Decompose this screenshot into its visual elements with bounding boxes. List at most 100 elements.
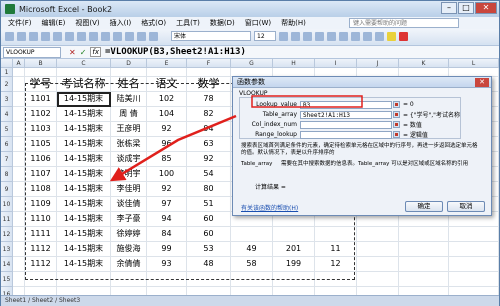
font-color-icon[interactable] [399,31,408,41]
table-cell[interactable]: 53 [187,242,231,257]
table-cell[interactable]: 1106 [25,152,57,167]
table-cell[interactable]: 考试名称 [57,77,111,92]
column-header[interactable]: L [449,59,499,68]
table-cell[interactable] [357,257,399,272]
table-cell[interactable] [315,287,357,295]
collapse-dialog-icon[interactable] [393,121,400,128]
collapse-dialog-icon[interactable] [393,131,400,138]
table-cell[interactable] [357,227,399,242]
table-cell[interactable]: 张栋梁 [111,137,147,152]
lookup-value-input[interactable]: B3 [300,100,392,109]
col-index-input[interactable] [300,120,392,129]
table-cell[interactable]: 学号 [25,77,57,92]
cancel-button[interactable]: 取消 [447,201,485,212]
table-cell[interactable]: 199 [273,257,315,272]
table-cell[interactable]: 48 [187,257,231,272]
enter-formula-icon[interactable]: ✓ [80,48,87,57]
menu-data[interactable]: 数据(D) [205,18,240,28]
bold-icon[interactable] [279,31,288,41]
table-cell[interactable] [399,272,449,287]
table-cell[interactable] [399,257,449,272]
row-header[interactable]: 2 [1,77,13,92]
table-cell[interactable] [13,122,25,137]
table-cell[interactable] [231,227,273,242]
row-header[interactable]: 5 [1,122,13,137]
table-cell[interactable] [13,227,25,242]
percent-icon[interactable] [363,31,372,41]
row-header[interactable]: 8 [1,167,13,182]
table-cell[interactable]: 14-15期末 [57,92,111,107]
close-button[interactable]: ✕ [475,2,497,14]
collapse-dialog-icon[interactable] [393,111,400,118]
table-array-input[interactable]: Sheet2!A1:H13 [300,110,392,119]
border-icon[interactable] [375,31,384,41]
paste-icon[interactable] [89,31,98,41]
table-cell[interactable]: 94 [147,212,187,227]
table-cell[interactable]: 60 [187,227,231,242]
table-cell[interactable]: 语文 [147,77,187,92]
column-header[interactable]: E [147,59,187,68]
maximize-button[interactable]: □ [458,2,474,14]
table-cell[interactable] [187,287,231,295]
table-cell[interactable]: 93 [147,257,187,272]
table-cell[interactable]: 78 [187,92,231,107]
table-cell[interactable] [357,287,399,295]
table-cell[interactable] [399,287,449,295]
range-lookup-input[interactable] [300,130,392,139]
column-header[interactable]: K [399,59,449,68]
table-cell[interactable]: 14-15期末 [57,212,111,227]
table-cell[interactable] [25,287,57,295]
table-cell[interactable]: 施俊海 [111,242,147,257]
table-cell[interactable]: 14-15期末 [57,197,111,212]
row-header[interactable]: 1 [1,68,13,77]
table-cell[interactable]: 1102 [25,107,57,122]
formula-input[interactable]: =VLOOKUP(B3,Sheet2!A1:H13) [105,47,246,57]
table-cell[interactable] [449,257,499,272]
open-icon[interactable] [17,31,26,41]
table-cell[interactable] [13,272,25,287]
table-cell[interactable]: 徐婷婷 [111,227,147,242]
table-cell[interactable] [187,272,231,287]
menu-help[interactable]: 帮助(H) [276,18,311,28]
table-cell[interactable]: 84 [147,227,187,242]
table-cell[interactable] [315,272,357,287]
save-icon[interactable] [29,31,38,41]
table-cell[interactable] [147,272,187,287]
cancel-formula-icon[interactable]: ✕ [69,48,76,57]
table-cell[interactable] [449,242,499,257]
table-cell[interactable]: 1108 [25,182,57,197]
table-cell[interactable]: 99 [147,242,187,257]
cut-icon[interactable] [65,31,74,41]
table-cell[interactable]: 周 倩 [111,107,147,122]
minimize-button[interactable]: – [441,2,457,14]
table-cell[interactable] [449,227,499,242]
column-header[interactable]: H [273,59,315,68]
table-cell[interactable] [231,272,273,287]
table-cell[interactable] [357,272,399,287]
table-cell[interactable]: 1112 [25,257,57,272]
table-cell[interactable]: 80 [187,182,231,197]
table-cell[interactable] [273,272,315,287]
menu-file[interactable]: 文件(F) [3,18,37,28]
column-header[interactable]: J [357,59,399,68]
table-cell[interactable] [449,287,499,295]
table-cell[interactable]: 104 [147,107,187,122]
preview-icon[interactable] [53,31,62,41]
help-search-input[interactable]: 键入需要帮助的问题 [349,18,459,28]
table-cell[interactable]: 100 [147,167,187,182]
table-cell[interactable]: 1105 [25,137,57,152]
table-cell[interactable]: 85 [147,152,187,167]
print-icon[interactable] [41,31,50,41]
table-cell[interactable]: 201 [273,242,315,257]
table-cell[interactable]: 14-15期末 [57,137,111,152]
sum-icon[interactable] [125,31,134,41]
align-left-icon[interactable] [315,31,324,41]
table-cell[interactable] [399,227,449,242]
function-help-link[interactable]: 有关该函数的帮助(H) [241,203,298,212]
ok-button[interactable]: 确定 [405,201,443,212]
table-cell[interactable]: 陆美川 [111,92,147,107]
sheet-tabs[interactable]: Sheet1 / Sheet2 / Sheet3 [1,295,499,306]
table-cell[interactable] [273,287,315,295]
table-cell[interactable] [25,68,57,77]
table-cell[interactable] [13,92,25,107]
